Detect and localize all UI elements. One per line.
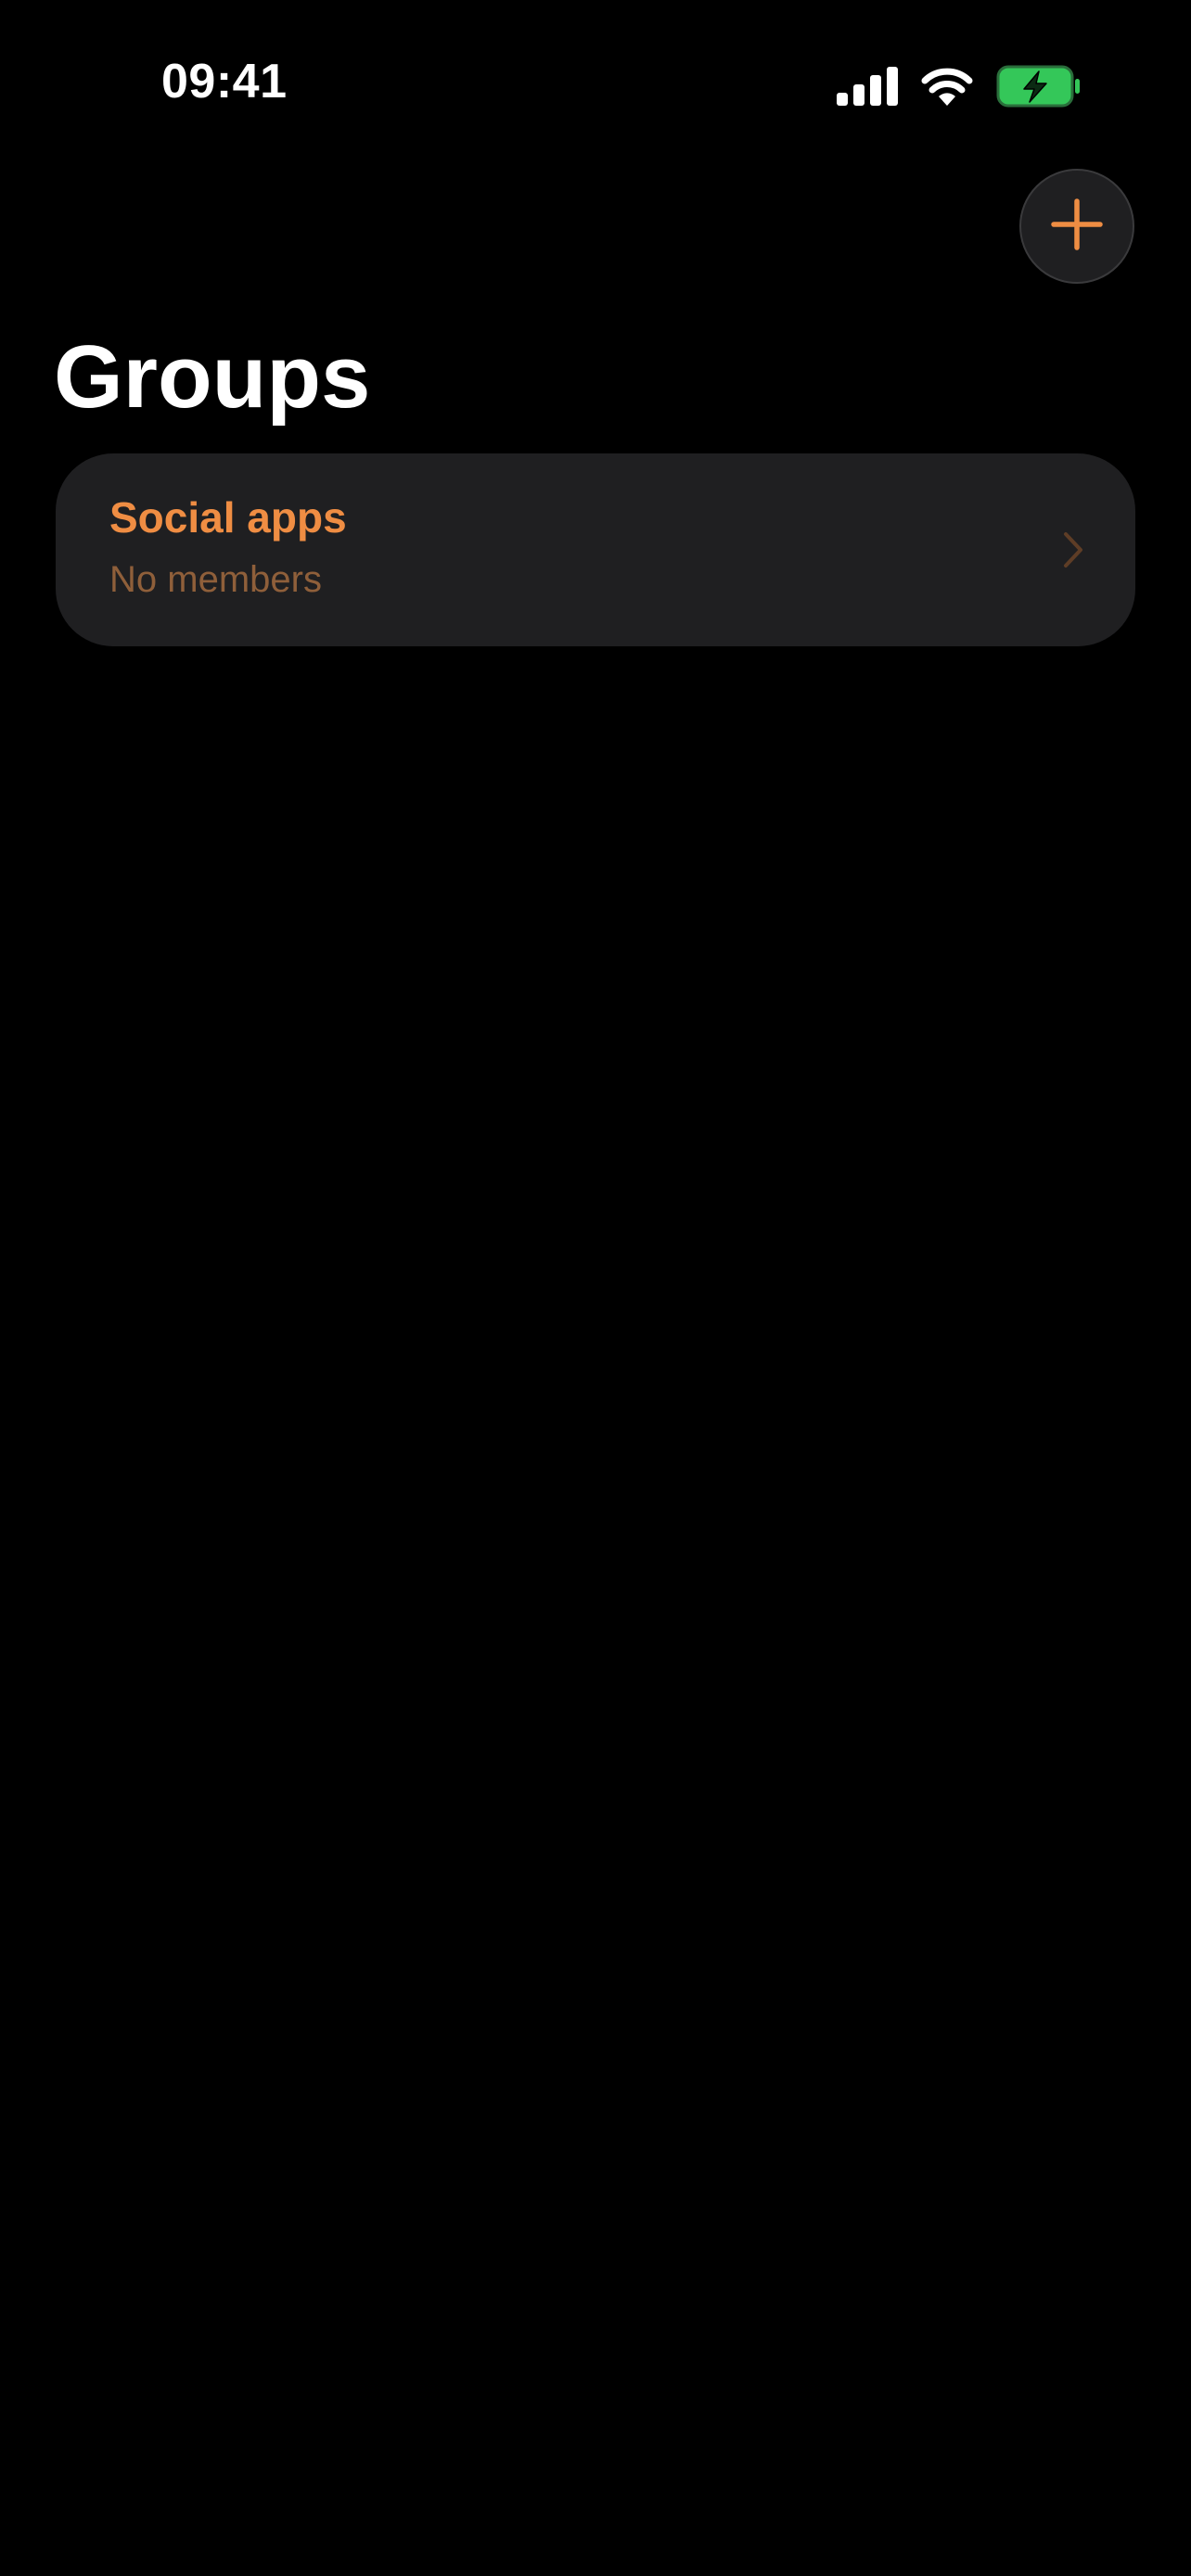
group-member-count: No members [109, 559, 322, 600]
cellular-signal-icon [837, 67, 898, 106]
plus-icon [1051, 198, 1103, 255]
wifi-icon [920, 67, 974, 106]
group-name: Social apps [109, 493, 347, 542]
battery-charging-icon [996, 65, 1082, 108]
page-title: Groups [54, 327, 371, 427]
status-bar: 09:41 [0, 0, 1191, 176]
chevron-right-icon [1063, 531, 1083, 568]
add-group-button[interactable] [1019, 169, 1134, 284]
group-item-social-apps[interactable]: Social apps No members [56, 453, 1135, 646]
status-time: 09:41 [161, 55, 288, 108]
status-icons [837, 63, 1082, 109]
